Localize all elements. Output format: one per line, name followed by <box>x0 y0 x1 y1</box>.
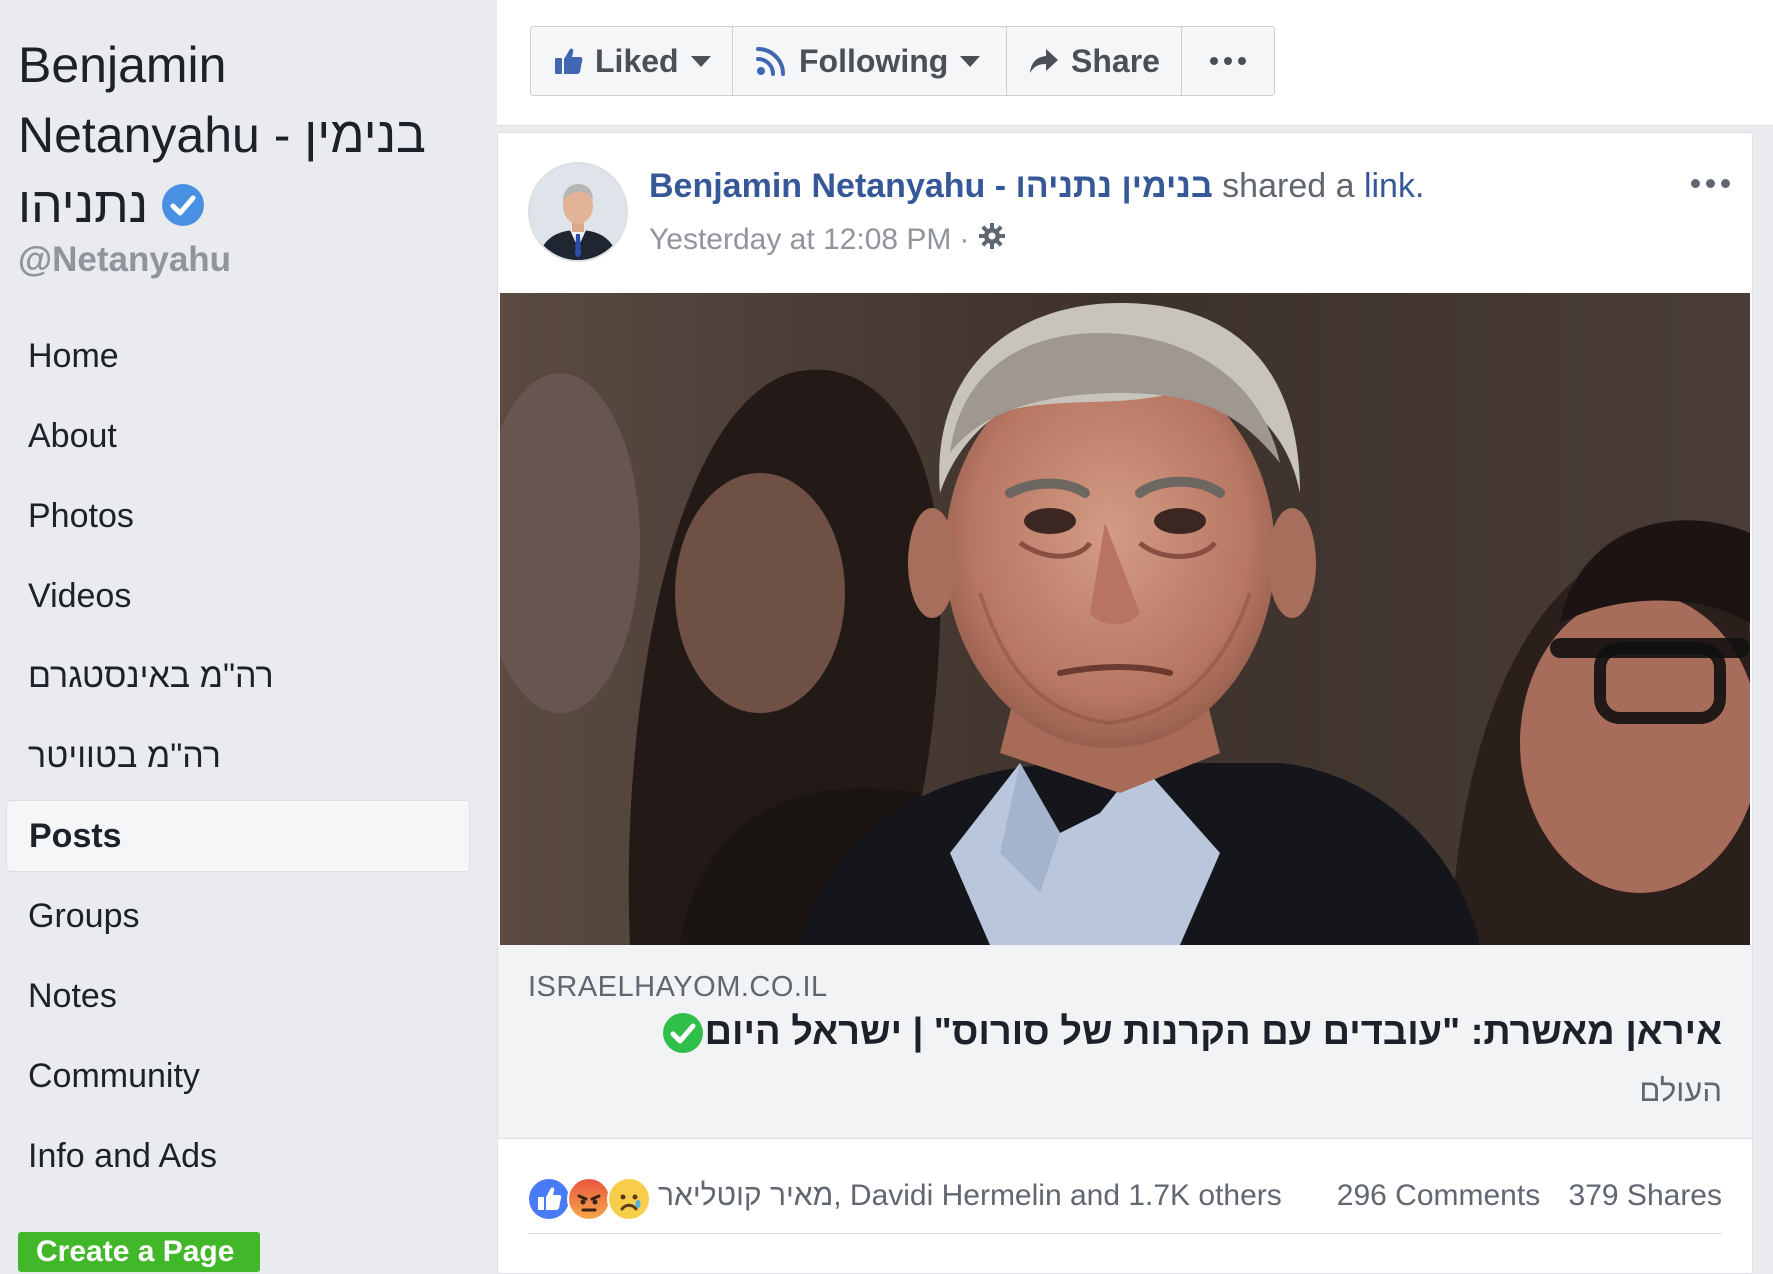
nav-item-about[interactable]: About <box>6 400 470 472</box>
post-timestamp[interactable]: Yesterday at 12:08 PM <box>649 223 951 257</box>
page-title-line-3-text: נתניהו <box>18 177 149 233</box>
link-domain: ISRAELHAYOM.CO.IL <box>528 971 828 1003</box>
page-action-bar: Liked Following Share <box>530 26 1275 96</box>
divider <box>528 1233 1722 1234</box>
nav-item-photos[interactable]: Photos <box>6 480 470 552</box>
link-subtitle: העולם <box>1639 1073 1722 1108</box>
nav-item-groups[interactable]: Groups <box>6 880 470 952</box>
nav-item-info-and-ads[interactable]: Info and Ads <box>6 1120 470 1192</box>
share-button[interactable]: Share <box>1007 27 1182 95</box>
reactors-summary[interactable]: מאיר קוטליאר, Davidi Hermelin and 1.7K o… <box>658 1179 1282 1213</box>
share-arrow-icon <box>1029 47 1059 75</box>
share-label: Share <box>1071 42 1160 79</box>
meta-separator: · <box>959 223 970 256</box>
post-options-icon[interactable] <box>1691 179 1730 188</box>
author-avatar[interactable] <box>528 162 628 262</box>
create-page-button[interactable]: Create a Page <box>18 1232 260 1272</box>
nav-item-posts[interactable]: Posts <box>6 800 470 872</box>
post-author-link[interactable]: Benjamin Netanyahu - בנימין נתניהו <box>649 167 1213 205</box>
post-shared-link[interactable]: link. <box>1364 167 1424 205</box>
nav-item-notes[interactable]: Notes <box>6 960 470 1032</box>
page-handle[interactable]: @Netanyahu <box>18 240 231 280</box>
rss-feed-icon <box>755 45 787 77</box>
link-title-text: איראן מאשרת: "עובדים עם הקרנות של סורוס"… <box>704 1011 1722 1053</box>
link-title[interactable]: איראן מאשרת: "עובדים עם הקרנות של סורוס"… <box>662 1011 1722 1054</box>
check-circle-icon <box>662 1012 703 1053</box>
post-card: Benjamin Netanyahu - בנימין נתניהו share… <box>497 132 1753 1274</box>
engagement-counts: 296 Comments 379 Shares <box>1337 1179 1722 1213</box>
reactions-bar: מאיר קוטליאר, Davidi Hermelin and 1.7K o… <box>498 1139 1752 1241</box>
comments-count[interactable]: 296 Comments <box>1337 1179 1540 1212</box>
page-title-line-3: נתניהו <box>18 170 478 240</box>
post-action-text: shared a <box>1222 167 1355 205</box>
following-button[interactable]: Following <box>733 27 1007 95</box>
nav-item-home[interactable]: Home <box>6 320 470 392</box>
link-preview-box[interactable]: ISRAELHAYOM.CO.IL איראן מאשרת: "עובדים ע… <box>498 945 1752 1139</box>
more-dots-icon <box>1210 57 1246 65</box>
chevron-down-icon <box>690 55 711 67</box>
nav-item-twitter[interactable]: רה"מ בטוויטר <box>6 720 470 792</box>
more-actions-button[interactable] <box>1182 27 1274 95</box>
page-title-line-1: Benjamin <box>18 37 227 93</box>
page-title-line-2: Netanyahu - בנימין <box>18 107 426 163</box>
post-meta: Yesterday at 12:08 PM · <box>649 221 1007 259</box>
nav-item-community[interactable]: Community <box>6 1040 470 1112</box>
chevron-down-icon <box>960 55 981 67</box>
like-reaction-icon <box>527 1177 571 1221</box>
nav-item-videos[interactable]: Videos <box>6 560 470 632</box>
gear-icon[interactable] <box>977 221 1007 259</box>
liked-label: Liked <box>595 42 679 79</box>
reaction-icons[interactable] <box>527 1177 651 1221</box>
sad-reaction-icon <box>607 1177 651 1221</box>
verified-badge-icon <box>162 184 205 226</box>
following-label: Following <box>799 42 949 79</box>
page-nav: Home About Photos Videos רה"מ באינסטגרם … <box>6 320 470 1200</box>
liked-button[interactable]: Liked <box>531 27 733 95</box>
shares-count[interactable]: 379 Shares <box>1569 1179 1722 1212</box>
nav-item-instagram[interactable]: רה"מ באינסטגרם <box>6 640 470 712</box>
left-sidebar: Benjamin Netanyahu - בנימין נתניהו @Neta… <box>0 0 496 1272</box>
angry-reaction-icon <box>567 1177 611 1221</box>
post-header: Benjamin Netanyahu - בנימין נתניהו share… <box>649 167 1424 206</box>
thumbs-up-icon <box>553 46 583 76</box>
page-title[interactable]: Benjamin Netanyahu - בנימין נתניהו <box>18 30 478 240</box>
link-preview-image[interactable] <box>500 293 1750 945</box>
